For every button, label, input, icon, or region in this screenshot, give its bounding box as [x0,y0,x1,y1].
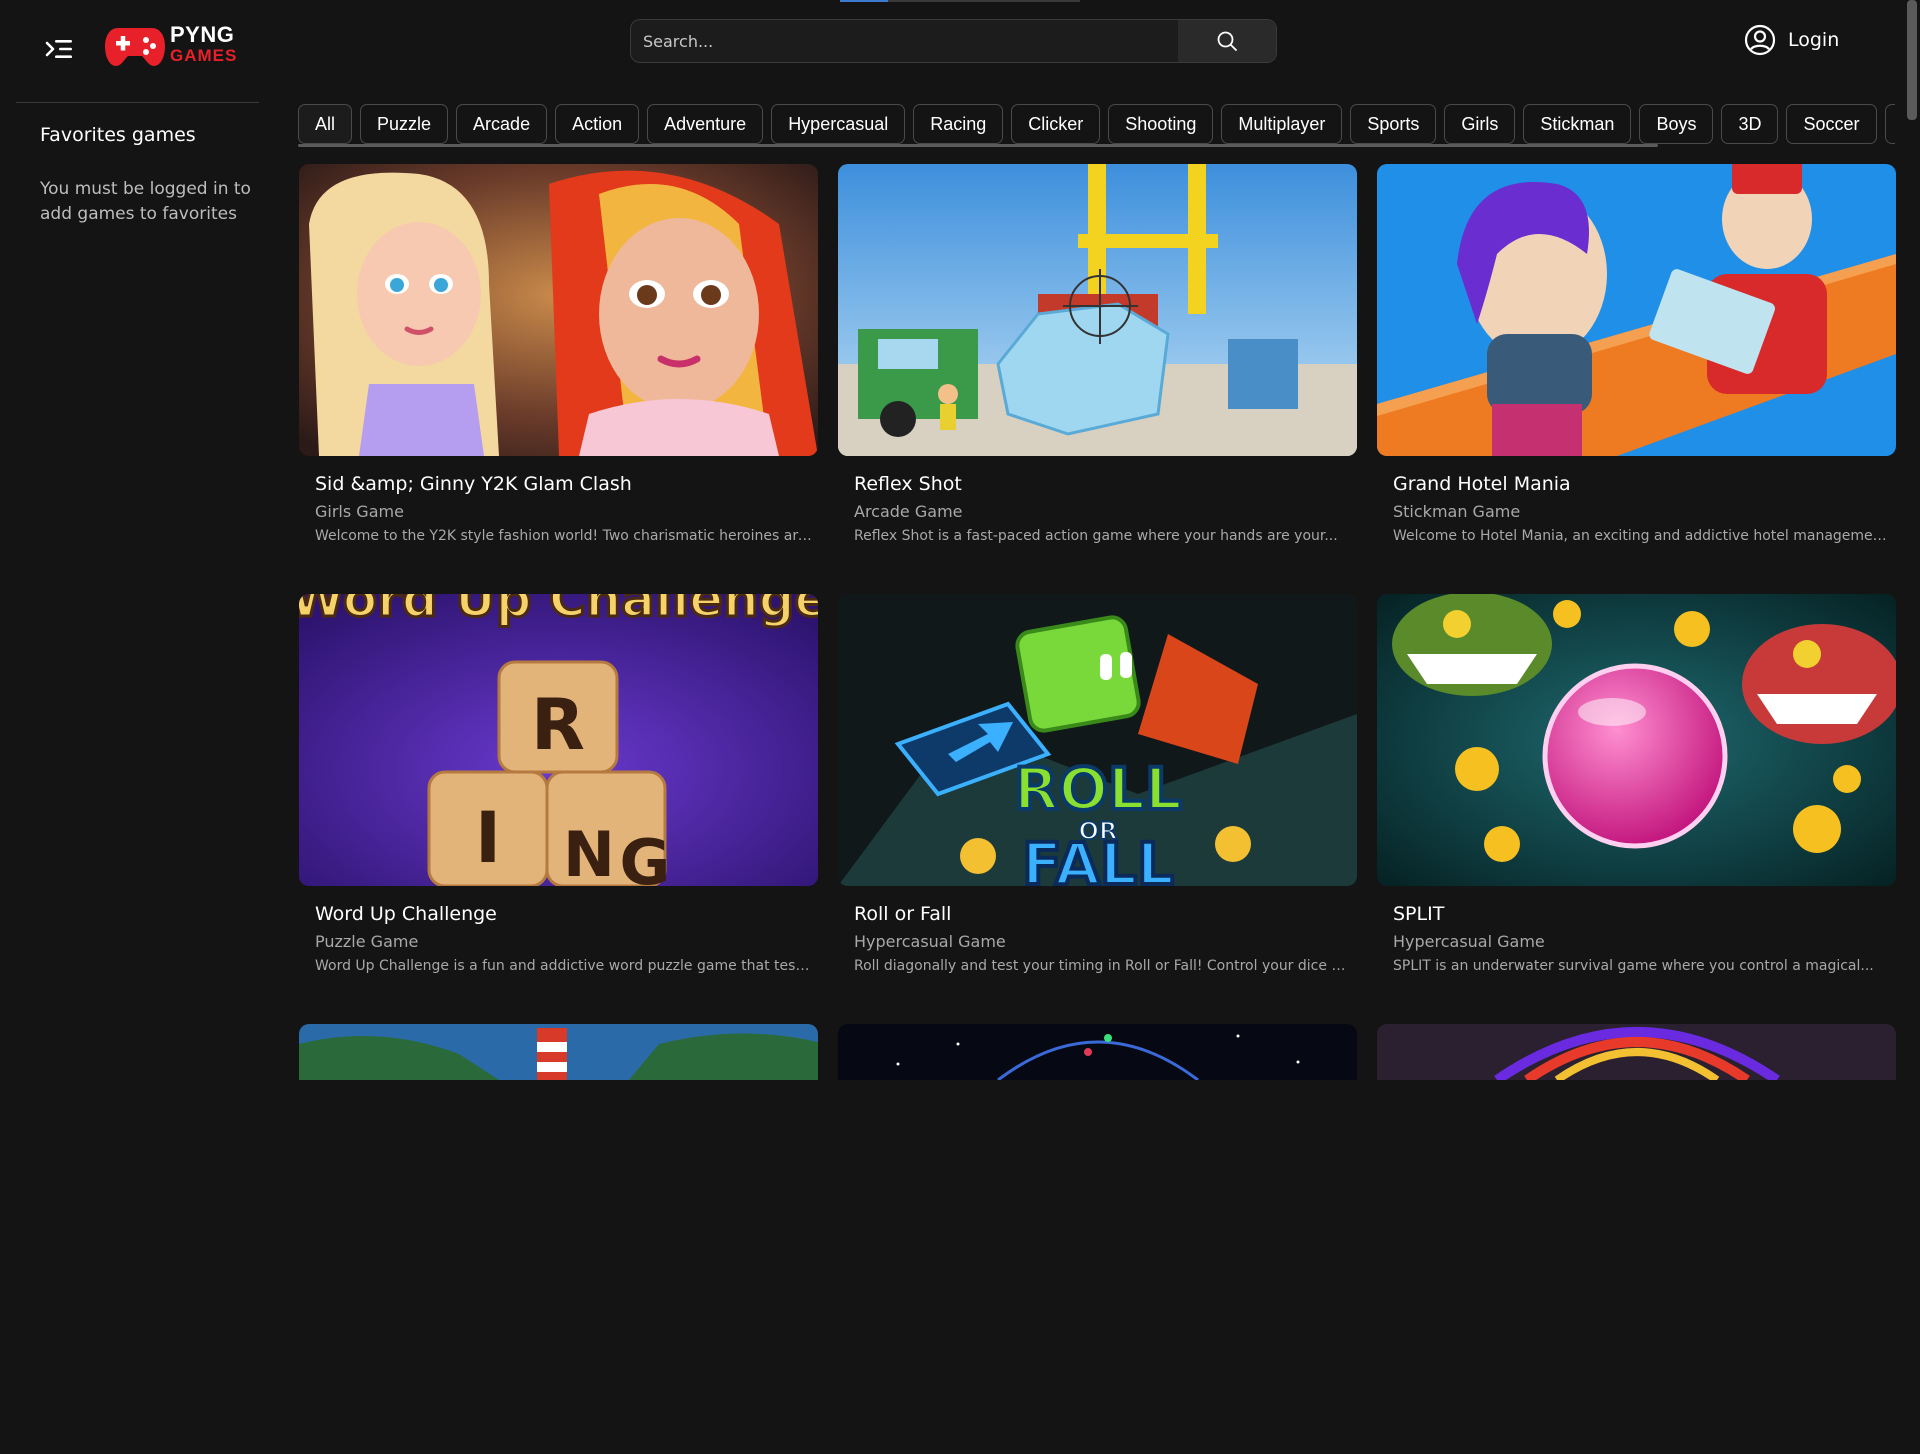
category-filter-bar: All Puzzle Arcade Action Adventure Hyper… [298,104,1895,146]
thumb-tile-letter: N [563,818,615,886]
category-chip-girls[interactable]: Girls [1444,104,1516,144]
search-bar [630,19,1277,63]
category-chip-hypercasual[interactable]: Hypercasual [771,104,906,144]
game-thumbnail [299,1024,818,1080]
search-button[interactable] [1178,20,1276,62]
game-title: Roll or Fall [854,903,952,925]
site-logo[interactable]: PYNG GAMES [104,22,244,70]
game-thumbnail [1377,164,1896,456]
game-category: Hypercasual Game [854,932,1006,951]
game-thumbnail: ROLL OR FALL [838,594,1357,886]
category-chip-racing[interactable]: Racing [913,104,1004,144]
game-card[interactable]: Reflex Shot Arcade Game Reflex Shot is a… [838,164,1357,594]
category-chip-multiplayer[interactable]: Multiplayer [1221,104,1343,144]
game-card[interactable]: ROLL OR FALL Roll or Fall Hypercasual Ga… [838,594,1357,1024]
gamepad-logo-icon [105,28,165,66]
user-icon [1744,24,1776,56]
category-chip-all[interactable]: All [298,104,353,144]
category-chip-sports[interactable]: Sports [1350,104,1437,144]
category-chip-clicker[interactable]: Clicker [1011,104,1101,144]
game-category: Hypercasual Game [1393,932,1545,951]
game-grid: Sid &amp; Ginny Y2K Glam Clash Girls Gam… [299,164,1896,1454]
category-chip-3d[interactable]: 3D [1721,104,1779,144]
game-description: SPLIT is an underwater survival game whe… [1393,958,1874,974]
thumb-tile-letter: I [475,797,501,879]
login-button[interactable]: Login [1744,24,1839,56]
game-title: SPLIT [1393,903,1445,925]
login-label: Login [1788,29,1840,51]
game-description: Reflex Shot is a fast-paced action game … [854,528,1338,544]
menu-toggle-button[interactable] [44,36,76,62]
thumb-logo-text: FALL [1022,830,1174,886]
game-thumbnail: Word Up Challenge R I N G [299,594,818,886]
category-chip-boys[interactable]: Boys [1639,104,1714,144]
sidebar: PYNG GAMES Favorites games You must be l… [0,0,275,1080]
game-card[interactable]: SPLIT Hypercasual Game SPLIT is an under… [1377,594,1896,1024]
page-load-progress [840,0,1080,2]
game-card[interactable] [1377,1024,1896,1454]
game-thumbnail [838,164,1357,456]
category-chip-shooting[interactable]: Shooting [1108,104,1214,144]
thumb-tile-letter: R [531,684,585,766]
game-category: Stickman Game [1393,502,1521,521]
game-card[interactable]: Word Up Challenge R I N G Word Up Challe… [299,594,818,1024]
category-chip-more[interactable] [1884,104,1895,144]
game-category: Arcade Game [854,502,963,521]
category-chip-arcade[interactable]: Arcade [456,104,548,144]
game-title: Grand Hotel Mania [1393,473,1571,495]
game-thumbnail [1377,1024,1896,1080]
game-title: Word Up Challenge [315,903,497,925]
game-thumbnail [299,164,818,456]
game-title: Sid &amp; Ginny Y2K Glam Clash [315,473,632,495]
search-icon [1217,31,1237,51]
thumb-tile-letter: G [620,826,671,886]
game-description: Word Up Challenge is a fun and addictive… [315,958,812,974]
page-scrollbar[interactable] [1904,0,1920,1080]
logo-text-secondary: GAMES [170,46,238,65]
game-card[interactable] [299,1024,818,1454]
game-card[interactable]: Grand Hotel Mania Stickman Game Welcome … [1377,164,1896,594]
sidebar-divider [16,102,259,103]
category-chip-puzzle[interactable]: Puzzle [360,104,449,144]
search-input[interactable] [631,20,1171,62]
game-card[interactable]: Sid &amp; Ginny Y2K Glam Clash Girls Gam… [299,164,818,594]
game-description: Roll diagonally and test your timing in … [854,958,1351,974]
page-scrollbar-thumb[interactable] [1907,0,1917,120]
game-thumbnail [838,1024,1357,1080]
menu-icon [45,40,72,58]
category-chip-action[interactable]: Action [555,104,640,144]
game-description: Welcome to Hotel Mania, an exciting and … [1393,528,1890,544]
thumb-banner-text: Word Up Challenge [299,594,818,628]
logo-text-primary: PYNG [170,22,235,47]
game-title: Reflex Shot [854,473,962,495]
favorites-login-note: You must be logged in to add games to fa… [40,179,251,224]
category-chip-stickman[interactable]: Stickman [1523,104,1632,144]
game-category: Girls Game [315,502,404,521]
game-category: Puzzle Game [315,932,419,951]
category-scrollbar[interactable] [298,144,1658,147]
game-thumbnail [1377,594,1896,886]
favorites-title: Favorites games [40,124,196,146]
game-card[interactable] [838,1024,1357,1454]
thumb-logo-text: ROLL [1014,755,1182,823]
category-chip-adventure[interactable]: Adventure [647,104,764,144]
game-description: Welcome to the Y2K style fashion world! … [315,528,812,544]
category-chip-soccer[interactable]: Soccer [1786,104,1877,144]
